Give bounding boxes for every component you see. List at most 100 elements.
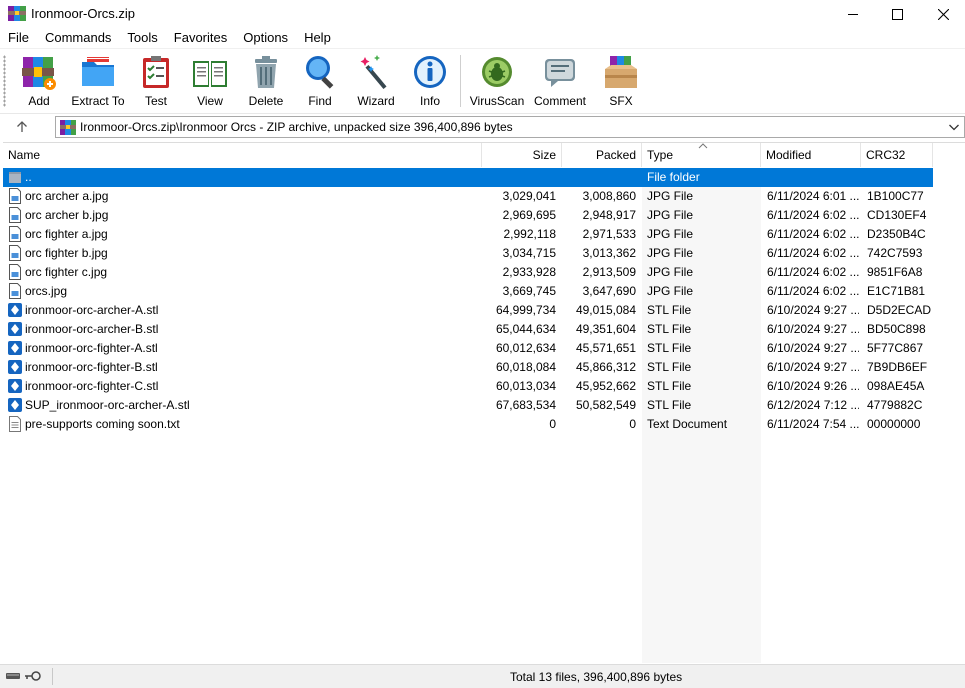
column-header-name[interactable]: Name (3, 143, 482, 167)
drive-icon[interactable] (5, 670, 21, 682)
column-header-packed[interactable]: Packed (562, 143, 642, 167)
status-bar: Total 13 files, 396,400,896 bytes (0, 664, 965, 688)
cell-modified: 6/10/2024 9:27 ... (767, 341, 859, 355)
trash-can-icon (255, 56, 277, 88)
close-button[interactable] (920, 0, 965, 28)
info-icon (414, 56, 446, 88)
key-icon[interactable] (24, 670, 42, 682)
test-button[interactable]: Test (137, 53, 175, 111)
cell-size: 2,992,118 (503, 227, 557, 241)
cell-name: ironmoor-orc-archer-A.stl (25, 303, 159, 317)
extract-to-button[interactable]: Extract To (70, 53, 126, 111)
file-row[interactable]: orc fighter a.jpg 2,992,118 2,971,533 JPG F… (3, 225, 933, 244)
file-row[interactable]: ironmoor-orc-fighter-A.stl 60,012,634 45,5… (3, 339, 933, 358)
file-row[interactable]: orc fighter c.jpg 2,933,928 2,913,509 JPG F… (3, 263, 933, 282)
cell-modified: 6/11/2024 6:02 ... (767, 265, 859, 279)
menu-help[interactable]: Help (296, 28, 339, 48)
comment-bubble-icon (545, 59, 575, 87)
up-one-level-button[interactable] (12, 118, 32, 136)
cell-crc (867, 168, 933, 187)
menu-favorites[interactable]: Favorites (166, 28, 235, 48)
sfx-label: SFX (609, 94, 633, 108)
menu-options[interactable]: Options (235, 28, 296, 48)
file-row[interactable]: ironmoor-orc-fighter-C.stl 60,013,034 45,9… (3, 377, 933, 396)
add-archive-icon (22, 57, 56, 90)
extract-folder-icon (82, 57, 114, 86)
chevron-down-icon[interactable] (948, 120, 960, 134)
cell-type: STL File (647, 303, 692, 317)
minimize-button[interactable] (830, 0, 876, 28)
file-row[interactable]: ironmoor-orc-archer-B.stl 65,044,634 49,35… (3, 320, 933, 339)
file-row[interactable]: ironmoor-orc-archer-A.stl 64,999,734 49,01… (3, 301, 933, 320)
file-row[interactable]: orc archer b.jpg 2,969,695 2,948,917 JPG Fi… (3, 206, 933, 225)
close-icon (937, 8, 949, 20)
info-button[interactable]: Info (411, 53, 449, 111)
column-header-size[interactable]: Size (482, 143, 562, 167)
cell-name: ironmoor-orc-archer-B.stl (25, 322, 159, 336)
delete-label: Delete (248, 94, 284, 108)
file-list[interactable]: Name Size Packed Type Modified CRC32 .. F… (3, 142, 965, 663)
file-row[interactable]: orcs.jpg 3,669,745 3,647,690 JPG File 6/11/2… (3, 282, 933, 301)
file-row[interactable]: orc archer a.jpg 3,029,041 3,008,860 JPG Fi… (3, 187, 933, 206)
find-button[interactable]: Find (301, 53, 339, 111)
cell-name: ironmoor-orc-fighter-C.stl (25, 379, 159, 393)
cell-packed (562, 168, 636, 187)
toolbar-grip[interactable] (3, 55, 6, 107)
file-row[interactable]: ironmoor-orc-fighter-B.stl 60,018,084 45,8… (3, 358, 933, 377)
archive-icon (60, 120, 76, 135)
view-label: View (197, 94, 223, 108)
menu-tools[interactable]: Tools (119, 28, 165, 48)
cell-size: 3,034,715 (502, 246, 556, 260)
sfx-button[interactable]: SFX (600, 53, 642, 111)
cell-type: JPG File (647, 189, 694, 203)
stl-file-icon (8, 322, 22, 336)
view-button[interactable]: View (188, 53, 232, 111)
cell-name: SUP_ironmoor-orc-archer-A.stl (25, 398, 190, 412)
comment-label: Comment (533, 94, 586, 108)
cell-name: orc fighter b.jpg (25, 246, 108, 260)
maximize-button[interactable] (874, 0, 920, 28)
cell-type: JPG File (647, 284, 694, 298)
cell-size (482, 168, 556, 187)
column-header-crc[interactable]: CRC32 (861, 143, 933, 167)
cell-type: STL File (647, 360, 692, 374)
cell-size: 2,933,928 (502, 265, 556, 279)
file-row[interactable]: pre-supports coming soon.txt 0 0 Text Docum… (3, 415, 933, 434)
cell-modified: 6/11/2024 7:54 ... (767, 417, 859, 431)
cell-size: 0 (549, 417, 556, 431)
cell-packed: 0 (629, 417, 636, 431)
title-bar: Ironmoor-Orcs.zip (0, 0, 965, 28)
menu-file[interactable]: File (0, 28, 37, 48)
cell-size: 67,683,534 (495, 398, 556, 412)
file-row[interactable]: .. File folder (3, 168, 933, 187)
cell-size: 60,018,084 (495, 360, 556, 374)
cell-packed: 49,351,604 (575, 322, 636, 336)
virusscan-button[interactable]: VirusScan (470, 53, 524, 111)
comment-button[interactable]: Comment (532, 53, 588, 111)
cell-packed: 3,013,362 (582, 246, 636, 260)
add-button[interactable]: Add (18, 53, 60, 111)
address-row: Ironmoor-Orcs.zip\Ironmoor Orcs - ZIP ar… (0, 113, 965, 140)
stl-file-icon (8, 341, 22, 355)
wizard-button[interactable]: Wizard (354, 53, 398, 111)
cell-crc: CD130EF4 (867, 208, 927, 222)
cell-type: STL File (647, 341, 692, 355)
cell-type: STL File (647, 398, 692, 412)
cell-type: Text Document (647, 417, 728, 431)
cell-name: orc archer a.jpg (25, 189, 109, 203)
wizard-label: Wizard (357, 94, 395, 108)
address-bar[interactable]: Ironmoor-Orcs.zip\Ironmoor Orcs - ZIP ar… (55, 116, 965, 138)
cell-crc: D2350B4C (867, 227, 926, 241)
menu-commands[interactable]: Commands (37, 28, 119, 48)
cell-size: 65,044,634 (495, 322, 556, 336)
address-path: Ironmoor-Orcs.zip\Ironmoor Orcs - ZIP ar… (80, 120, 513, 134)
file-row[interactable]: SUP_ironmoor-orc-archer-A.stl 67,683,534 5… (3, 396, 933, 415)
status-icons (5, 670, 42, 684)
column-header-modified[interactable]: Modified (761, 143, 861, 167)
stl-file-icon (8, 379, 22, 393)
cell-name: orcs.jpg (25, 284, 68, 298)
delete-button[interactable]: Delete (246, 53, 286, 111)
stl-file-icon (8, 360, 22, 374)
cell-type: JPG File (647, 208, 694, 222)
file-row[interactable]: orc fighter b.jpg 3,034,715 3,013,362 JPG F… (3, 244, 933, 263)
